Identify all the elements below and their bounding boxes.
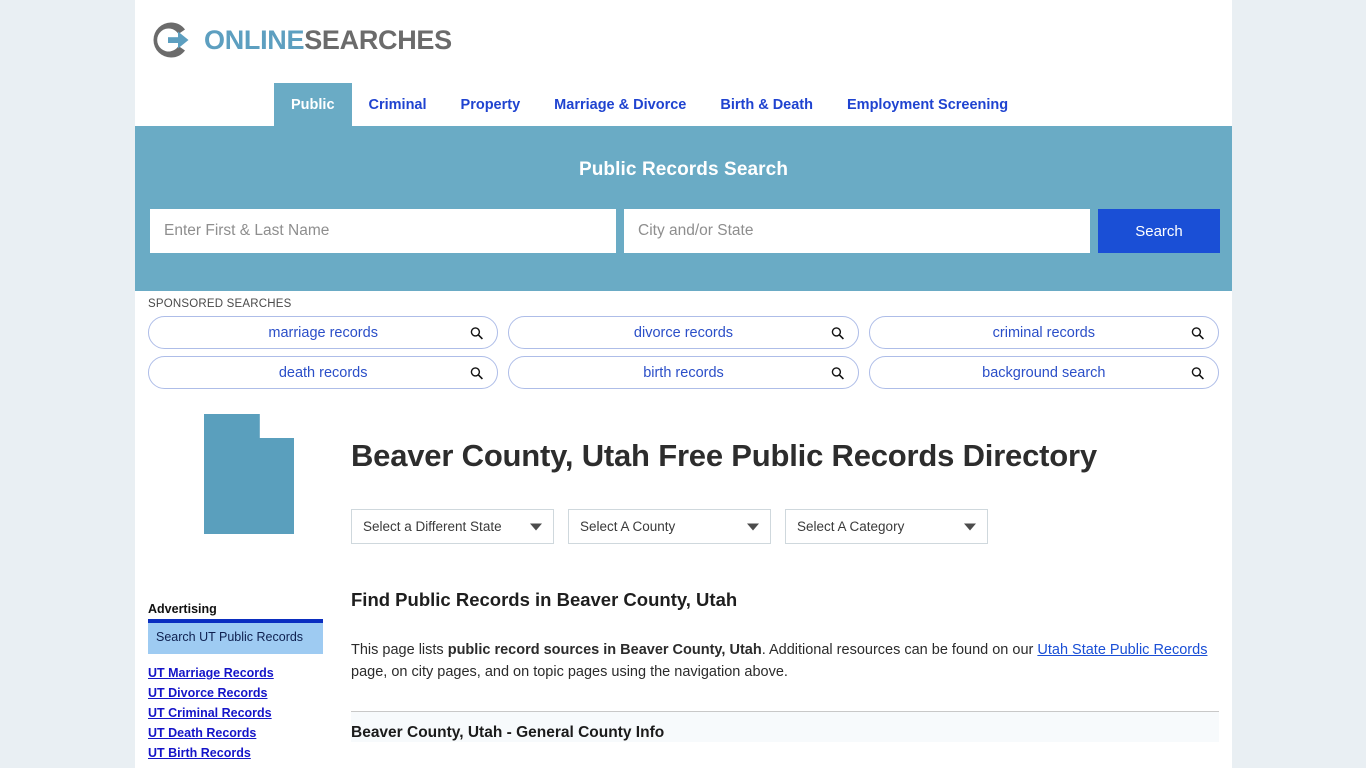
- pill-label: birth records: [643, 364, 724, 381]
- sponsored-pill-criminal-records[interactable]: criminal records: [868, 316, 1219, 349]
- circle-arrow-logo-icon: [148, 17, 194, 63]
- tab-property[interactable]: Property: [444, 83, 538, 126]
- sidebar: Advertising Search UT Public Records UT …: [148, 407, 323, 766]
- site-logo[interactable]: ONLINESEARCHES: [148, 17, 452, 63]
- tab-birth-death[interactable]: Birth & Death: [703, 83, 830, 126]
- ad-search-ut-public-records[interactable]: Search UT Public Records: [148, 619, 323, 654]
- advertising-label: Advertising: [148, 602, 217, 616]
- logo-word-searches: SEARCHES: [304, 24, 452, 55]
- intro-paragraph: This page lists public record sources in…: [351, 639, 1219, 683]
- intro-text-part2: . Additional resources can be found on o…: [761, 642, 1038, 658]
- search-icon: [1191, 366, 1204, 379]
- chevron-down-icon: [747, 523, 759, 530]
- intro-text-bold: public record sources in Beaver County, …: [447, 642, 762, 658]
- site-header: ONLINESEARCHES: [135, 0, 1232, 83]
- state-select[interactable]: Select a Different State: [351, 509, 554, 544]
- main-content: Beaver County, Utah Free Public Records …: [323, 407, 1219, 742]
- chevron-down-icon: [530, 523, 542, 530]
- tab-criminal[interactable]: Criminal: [352, 83, 444, 126]
- sponsored-pill-background-search[interactable]: background search: [868, 356, 1219, 389]
- search-icon: [1191, 326, 1204, 339]
- page-title: Beaver County, Utah Free Public Records …: [351, 438, 1097, 473]
- general-county-info-panel: Beaver County, Utah - General County Inf…: [351, 712, 1219, 742]
- sidebar-item-ut-marriage-records[interactable]: UT Marriage Records: [148, 666, 323, 680]
- general-county-info-title: Beaver County, Utah - General County Inf…: [351, 724, 665, 741]
- state-select-value: Select a Different State: [363, 519, 502, 534]
- section-heading: Find Public Records in Beaver County, Ut…: [351, 589, 738, 610]
- category-select[interactable]: Select A Category: [785, 509, 988, 544]
- search-form: Search: [150, 209, 1220, 253]
- main-navigation: Public Criminal Property Marriage & Divo…: [135, 83, 1232, 126]
- content-container: ONLINESEARCHES Public Criminal Property …: [135, 0, 1232, 768]
- filters-row: Select a Different State Select A County…: [351, 509, 1219, 544]
- sponsored-pill-marriage-records[interactable]: marriage records: [148, 316, 499, 349]
- county-select-value: Select A County: [580, 519, 676, 534]
- chevron-down-icon: [964, 523, 976, 530]
- pill-label: death records: [278, 364, 368, 381]
- sponsored-searches-section: SPONSORED SEARCHES marriage records divo…: [135, 291, 1232, 397]
- tab-employment-screening[interactable]: Employment Screening: [830, 83, 1025, 126]
- logo-wordmark: ONLINESEARCHES: [204, 25, 452, 56]
- utah-state-map-icon: [204, 414, 294, 534]
- main-area: Advertising Search UT Public Records UT …: [135, 397, 1232, 766]
- sidebar-item-ut-divorce-records[interactable]: UT Divorce Records: [148, 686, 323, 700]
- sidebar-item-ut-death-records[interactable]: UT Death Records: [148, 726, 323, 740]
- pill-label: background search: [982, 364, 1106, 381]
- tab-marriage-divorce[interactable]: Marriage & Divorce: [537, 83, 703, 126]
- sponsored-pill-grid: marriage records divorce records crimina…: [148, 316, 1219, 389]
- sidebar-item-ut-criminal-records[interactable]: UT Criminal Records: [148, 706, 323, 720]
- pill-label: criminal records: [992, 324, 1095, 341]
- search-icon: [831, 366, 844, 379]
- search-icon: [831, 326, 844, 339]
- sponsored-pill-death-records[interactable]: death records: [148, 356, 499, 389]
- search-icon: [470, 326, 484, 339]
- intro-text-part3: page, on city pages, and on topic pages …: [351, 664, 788, 680]
- advertising-block: Advertising Search UT Public Records UT …: [148, 602, 323, 760]
- sponsored-pill-birth-records[interactable]: birth records: [508, 356, 859, 389]
- search-button[interactable]: Search: [1098, 209, 1220, 253]
- utah-state-public-records-link[interactable]: Utah State Public Records: [1037, 642, 1207, 658]
- county-select[interactable]: Select A County: [568, 509, 771, 544]
- intro-text-part1: This page lists: [351, 642, 448, 658]
- name-search-input[interactable]: [150, 209, 616, 253]
- pill-label: marriage records: [268, 324, 378, 341]
- search-band: Public Records Search Search: [135, 126, 1232, 291]
- search-icon: [470, 366, 484, 379]
- tab-public[interactable]: Public: [274, 83, 352, 126]
- sponsored-searches-label: SPONSORED SEARCHES: [148, 298, 292, 310]
- logo-word-online: ONLINE: [204, 24, 305, 55]
- page-root: ONLINESEARCHES Public Criminal Property …: [0, 0, 1366, 768]
- sidebar-link-list: UT Marriage Records UT Divorce Records U…: [148, 666, 323, 760]
- search-band-title: Public Records Search: [578, 159, 789, 180]
- location-search-input[interactable]: [624, 209, 1090, 253]
- pill-label: divorce records: [633, 324, 734, 341]
- category-select-value: Select A Category: [797, 519, 905, 534]
- sponsored-pill-divorce-records[interactable]: divorce records: [508, 316, 859, 349]
- sidebar-item-ut-birth-records[interactable]: UT Birth Records: [148, 746, 323, 760]
